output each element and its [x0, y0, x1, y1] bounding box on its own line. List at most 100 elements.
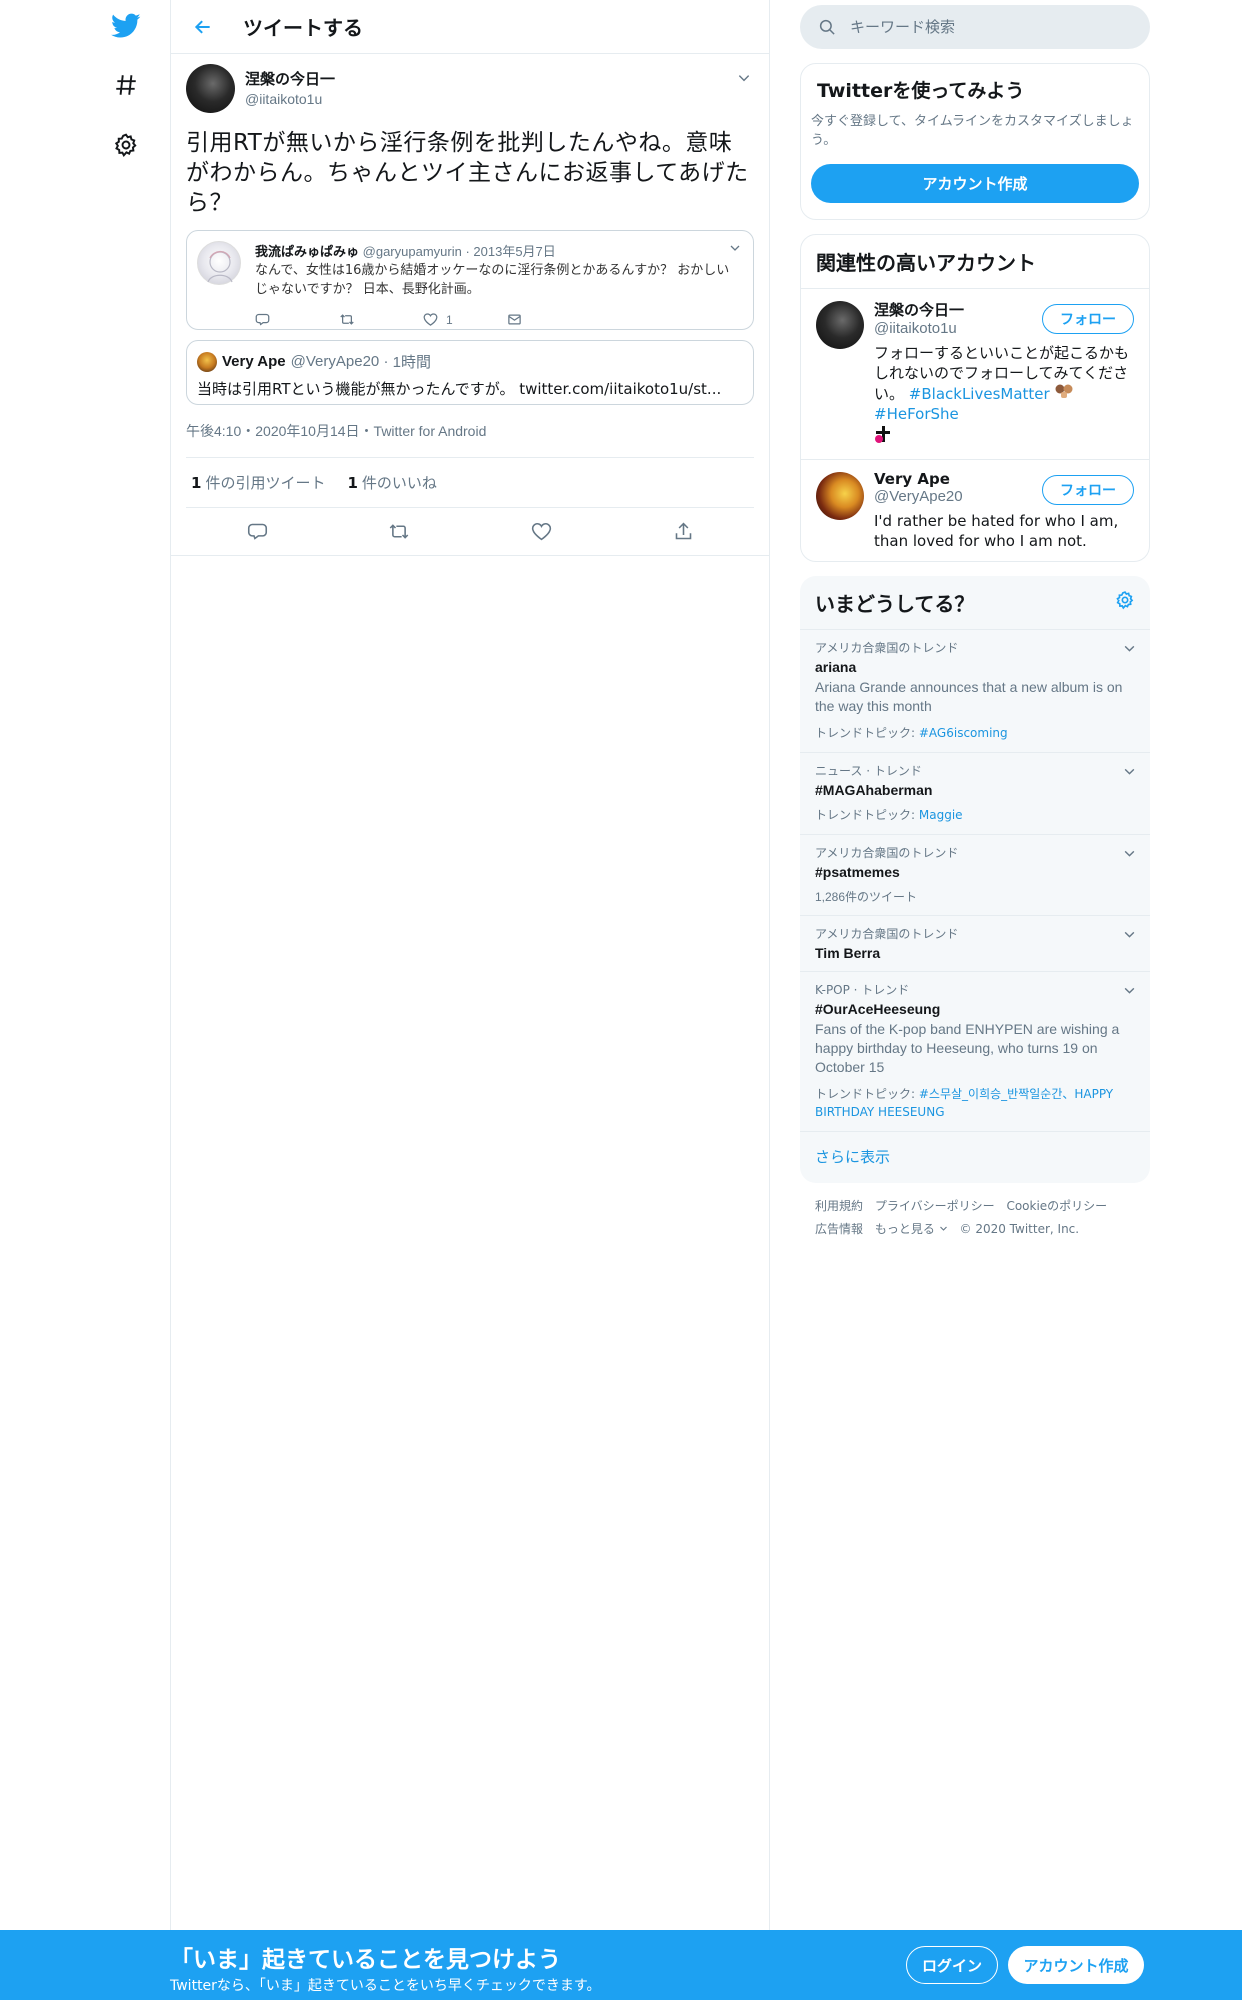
trend-name: Tim Berra	[815, 945, 881, 961]
footer-link-more[interactable]: もっと見る	[875, 1222, 952, 1236]
trend-name: #psatmemes	[815, 864, 900, 880]
trend-category: K-POP · トレンド	[815, 983, 910, 997]
chevron-down-icon[interactable]	[734, 68, 754, 88]
trend-description: Fans of the K-pop band ENHYPEN are wishi…	[815, 1021, 1120, 1075]
avatar[interactable]	[816, 301, 864, 349]
trend-category: ニュース · トレンド	[815, 764, 922, 778]
quoted-author-name: 我流ぱみゅぱみゅ	[255, 245, 360, 260]
reply-icon	[255, 313, 270, 326]
signup-banner: 「いま」起きていることを見つけよう Twitterなら、「いま」起きていることを…	[0, 1930, 1242, 2000]
signup-panel: Twitterを使ってみよう 今すぐ登録して、タイムラインをカスタマイズしましょ…	[800, 63, 1150, 220]
tweet-author-row: 涅槃の今日一 @iitaikoto1u	[186, 64, 754, 113]
trend-topic: トレンドトピック: Maggie	[815, 806, 1135, 824]
author-handle[interactable]: @iitaikoto1u	[245, 91, 335, 107]
footer-link-privacy[interactable]: プライバシーポリシー	[875, 1199, 995, 1213]
retweet-icon	[389, 524, 409, 539]
back-arrow-icon[interactable]	[175, 0, 231, 54]
gear-icon[interactable]	[104, 123, 148, 167]
quote-tweets-stat[interactable]: 1 件の引用ツイート	[191, 472, 325, 493]
page-header: ツイートする	[171, 0, 769, 54]
trend-topic: トレンドトピック: #스무살_이희승_반짝일순간、HAPPY BIRTHDAY …	[815, 1085, 1135, 1121]
banner-subtitle: Twitterなら、「いま」起きていることをいち早くチェックできます。	[170, 1978, 601, 1994]
reply-button[interactable]	[255, 312, 339, 327]
trend-topic-link[interactable]: #AG6iscoming	[919, 726, 1008, 740]
reply-button[interactable]	[186, 521, 328, 542]
login-button[interactable]: ログイン	[906, 1946, 998, 1984]
trend-category: アメリカ合衆国のトレンド	[815, 846, 959, 860]
like-button[interactable]: 1	[423, 312, 507, 327]
hashtag-icon[interactable]	[104, 63, 148, 107]
trend-category: アメリカ合衆国のトレンド	[815, 641, 959, 655]
trend-item[interactable]: K-POP · トレンド #OurAceHeeseung Fans of the…	[800, 972, 1150, 1132]
embedded-reply-quote[interactable]: Very Ape @VeryApe20 · 1時間 当時は引用RTという機能が無…	[186, 340, 754, 405]
chevron-down-icon[interactable]	[1123, 847, 1136, 865]
follow-button[interactable]: フォロー	[1042, 475, 1134, 505]
hashtag-link[interactable]: #BlackLivesMatter	[909, 385, 1050, 403]
account-bio: I'd rather be hated for who I am, than l…	[874, 512, 1119, 550]
footer-link-cookies[interactable]: Cookieのポリシー	[1006, 1199, 1107, 1213]
envelope-icon	[508, 314, 521, 325]
retweet-button[interactable]	[339, 312, 423, 327]
author-name[interactable]: 涅槃の今日一	[245, 68, 335, 89]
trend-item[interactable]: アメリカ合衆国のトレンド Tim Berra	[800, 916, 1150, 972]
search-input[interactable]	[850, 18, 1110, 36]
chevron-down-icon[interactable]	[1123, 765, 1136, 783]
avatar[interactable]	[186, 64, 235, 113]
trend-name: #MAGAhaberman	[815, 782, 933, 798]
retweet-button[interactable]	[328, 521, 470, 542]
related-accounts-panel: 関連性の高いアカウント 涅槃の今日一 @iitaikoto1u フォローするとい…	[800, 234, 1150, 562]
trend-item[interactable]: アメリカ合衆国のトレンド ariana Ariana Grande announ…	[800, 630, 1150, 753]
tweet-actions	[171, 508, 769, 556]
quoted-author-handle: @garyupamyurin	[362, 244, 462, 259]
tweet-detail: 涅槃の今日一 @iitaikoto1u 引用RTが無いから淫行条例を批判したんや…	[171, 54, 769, 556]
footer-link-terms[interactable]: 利用規約	[815, 1199, 863, 1213]
likes-count: 1	[347, 474, 358, 492]
quoted-tweet-text: なんで、女性は16歳から結婚オッケーなのに淫行条例とかあるんすか？ おかしいじゃ…	[255, 263, 730, 297]
search-box[interactable]	[800, 5, 1150, 49]
embedded-time: 1時間	[392, 354, 431, 371]
like-count: 1	[446, 312, 453, 327]
chevron-down-icon[interactable]	[1123, 928, 1136, 946]
trend-topic-label: トレンドトピック:	[815, 808, 916, 822]
account-bio: フォローするといいことが起こるかもしれないのでフォローしてみてください。 #Bl…	[874, 343, 1134, 449]
avatar[interactable]	[816, 472, 864, 520]
trends-panel: いまどうしてる？ アメリカ合衆国のトレンド ariana Ariana Gran…	[800, 576, 1150, 1183]
create-account-button[interactable]: アカウント作成	[1008, 1946, 1144, 1984]
trends-title: いまどうしてる？	[800, 576, 1150, 630]
chevron-down-icon[interactable]	[729, 241, 741, 259]
quoted-tweet-card[interactable]: 我流ぱみゅぱみゅ @garyupamyurin · 2013年5月7日 なんで、…	[186, 230, 754, 330]
embedded-author-name: Very Ape	[222, 353, 286, 370]
share-button[interactable]	[612, 521, 754, 542]
message-button[interactable]	[507, 312, 591, 327]
follow-button[interactable]: フォロー	[1042, 304, 1134, 334]
footer-more-label: もっと見る	[874, 1222, 935, 1236]
hashtag-link[interactable]: #HeForShe	[874, 405, 959, 423]
separator-dot: ·	[379, 353, 393, 370]
chevron-down-icon	[939, 1226, 947, 1231]
like-button[interactable]	[470, 521, 612, 542]
trends-title-text: いまどうしてる？	[815, 592, 975, 616]
show-more-link[interactable]: さらに表示	[800, 1132, 1150, 1183]
chevron-down-icon[interactable]	[1123, 642, 1136, 660]
create-account-button[interactable]: アカウント作成	[811, 164, 1139, 203]
copyright: © 2020 Twitter, Inc.	[959, 1222, 1080, 1236]
quoted-tweet-header: 我流ぱみゅぱみゅ @garyupamyurin · 2013年5月7日	[255, 241, 556, 260]
related-account[interactable]: 涅槃の今日一 @iitaikoto1u フォローするといいことが起こるかもしれな…	[801, 289, 1149, 460]
trend-category: アメリカ合衆国のトレンド	[815, 927, 959, 941]
tweet-timestamp[interactable]: 午後4:10・2020年10月14日・Twitter for Android	[186, 421, 754, 458]
footer-row: 広告情報 もっと見る © 2020 Twitter, Inc.	[815, 1218, 1135, 1241]
quote-count: 1	[191, 474, 202, 492]
trend-topic-link[interactable]: Maggie	[919, 808, 963, 822]
footer-link-ads[interactable]: 広告情報	[815, 1222, 863, 1236]
right-sidebar: Twitterを使ってみよう 今すぐ登録して、タイムラインをカスタマイズしましょ…	[800, 0, 1150, 1253]
trend-item[interactable]: アメリカ合衆国のトレンド #psatmemes 1,286件のツイート	[800, 835, 1150, 916]
gear-icon[interactable]	[1115, 590, 1135, 615]
trend-description: Ariana Grande announces that a new album…	[815, 679, 1123, 714]
trend-tweet-count: 1,286件のツイート	[815, 890, 918, 904]
related-accounts-title: 関連性の高いアカウント	[801, 235, 1149, 289]
trend-item[interactable]: ニュース · トレンド #MAGAhaberman トレンドトピック: Magg…	[800, 753, 1150, 835]
likes-stat[interactable]: 1 件のいいね	[347, 472, 436, 493]
chevron-down-icon[interactable]	[1123, 984, 1136, 1002]
related-account[interactable]: Very Ape @VeryApe20 I'd rather be hated …	[801, 460, 1149, 561]
twitter-logo-icon[interactable]	[104, 4, 148, 48]
